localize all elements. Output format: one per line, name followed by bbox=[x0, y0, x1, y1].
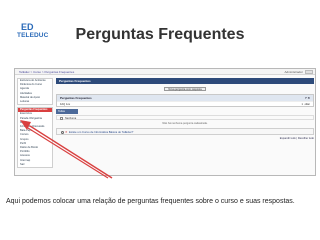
delete-icon[interactable]: ✕ bbox=[65, 129, 68, 136]
sidebar: Estrutura do Ambiente Dinâmica do Curso … bbox=[17, 78, 53, 174]
faq-question-row[interactable]: ✕ Existe um Curso de Informática Básica … bbox=[56, 128, 314, 135]
expand-collapse-links[interactable]: Expandir tudo | Recolher tudo bbox=[56, 137, 314, 140]
row-edit-link[interactable]: 1 ↓ditar bbox=[301, 102, 310, 107]
faq-panel: Perguntas Frequentes ? ✕ FAQ 1ou 1 ↓dita… bbox=[56, 94, 314, 107]
logout-button[interactable] bbox=[305, 70, 313, 74]
select-none-label: Nenhuma bbox=[65, 117, 77, 120]
user-name: Administrador bbox=[284, 70, 303, 74]
sidebar-bottom-group: Perguntas Frequentes Exercícios Parada O… bbox=[17, 107, 53, 169]
sidebar-item[interactable]: Leituras bbox=[18, 100, 52, 104]
sidebar-top-group: Estrutura do Ambiente Dinâmica do Curso … bbox=[17, 78, 53, 106]
select-all-button[interactable]: Todas bbox=[56, 109, 78, 114]
page-header: Perguntas Frequentes bbox=[56, 78, 314, 84]
slide-caption: Aqui podemos colocar uma relação de perg… bbox=[6, 198, 295, 205]
empty-message: Não há nenhuma pergunta cadastrada. bbox=[162, 122, 208, 125]
panel-title: Perguntas Frequentes bbox=[60, 96, 92, 100]
checkbox[interactable] bbox=[60, 116, 63, 120]
row-label: FAQ 1ou bbox=[60, 103, 71, 106]
top-bar: TelEduc > Curso > Perguntas Frequentes A… bbox=[15, 69, 315, 75]
main-content: Perguntas Frequentes Nova pergunta com r… bbox=[56, 78, 314, 174]
radio-icon[interactable] bbox=[61, 131, 64, 134]
breadcrumb: TelEduc > Curso > Perguntas Frequentes bbox=[19, 70, 75, 74]
teleduc-screenshot: TelEduc > Curso > Perguntas Frequentes A… bbox=[14, 68, 316, 176]
slide-title: Perguntas Frequentes bbox=[75, 26, 245, 43]
add-question-button[interactable]: Nova pergunta com resposta bbox=[164, 87, 206, 91]
sidebar-item[interactable]: Sair bbox=[18, 163, 52, 167]
faq-question[interactable]: Existe um Curso de Informática Básica do… bbox=[69, 130, 133, 134]
select-none-row[interactable]: Nenhuma bbox=[56, 115, 314, 120]
faq-list-row: FAQ 1ou 1 ↓ditar bbox=[57, 101, 313, 106]
